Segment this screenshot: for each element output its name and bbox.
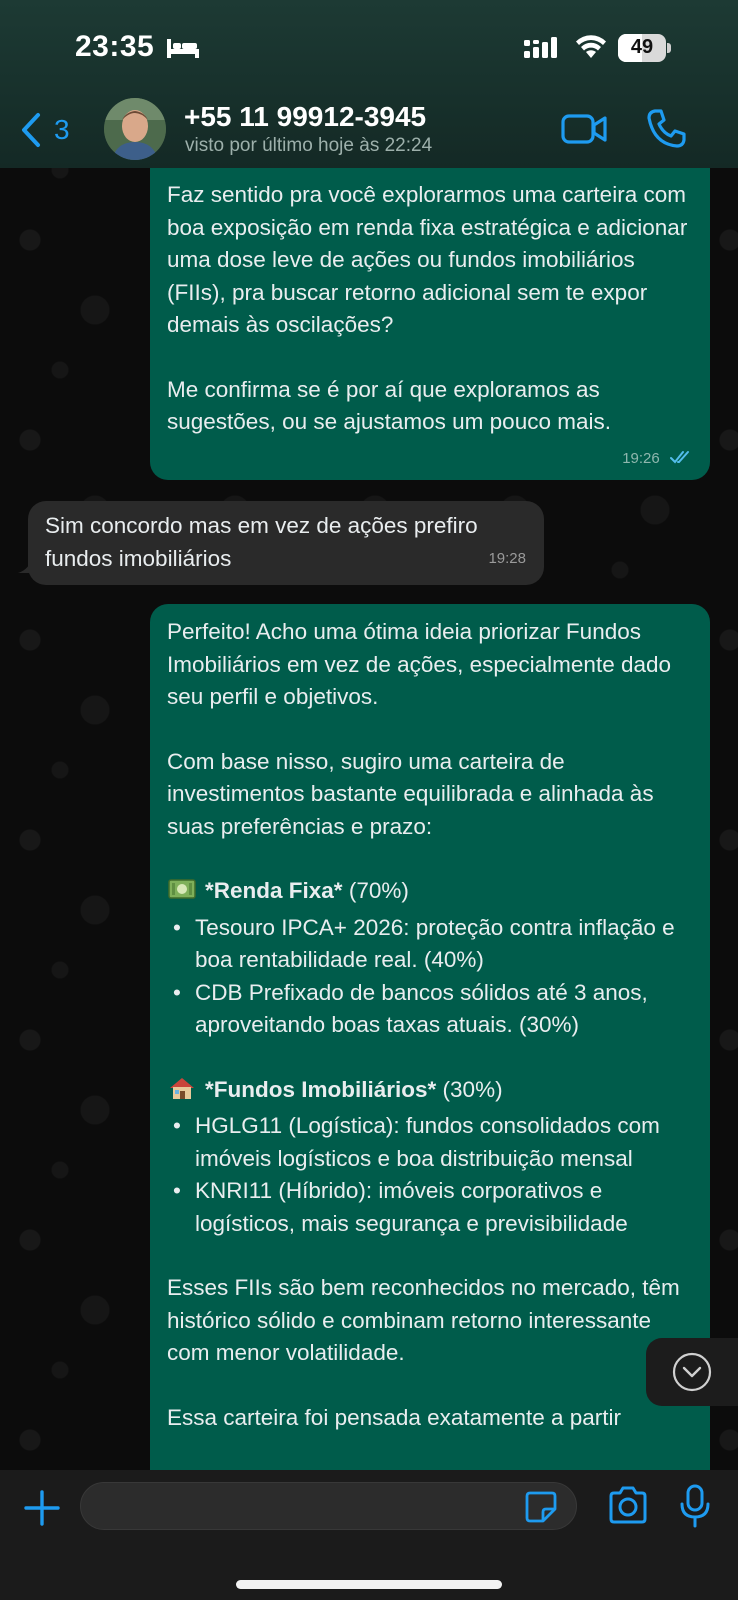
back-button[interactable]: 3 [20, 108, 70, 152]
message-input[interactable] [80, 1482, 577, 1530]
message-time: 19:28 [488, 549, 526, 567]
contact-name[interactable]: +55 11 99912-3945 [184, 101, 426, 133]
section-weight: (30%) [442, 1076, 503, 1102]
message-bubble-outgoing[interactable]: Perfeito! Acho uma ótima ideia priorizar… [150, 604, 710, 1470]
chevron-down-circle-icon [672, 1352, 712, 1392]
message-basis: Com base nisso, sugiro uma carteira de i… [167, 748, 654, 839]
wifi-icon [576, 35, 606, 58]
composer-bar [0, 1470, 738, 1600]
contact-avatar[interactable] [104, 98, 166, 160]
video-call-button[interactable] [561, 112, 607, 146]
last-seen-status: visto por último hoje às 22:24 [185, 135, 433, 156]
cellular-signal-icon [524, 37, 557, 58]
home-indicator [236, 1580, 502, 1589]
voice-call-button[interactable] [646, 108, 686, 148]
double-check-read-icon [670, 450, 689, 464]
message-bubble-outgoing[interactable]: Faz sentido pra você explorarmos uma car… [150, 168, 710, 480]
message-cut-off-text: Essa carteira foi pensada exatamente a p… [167, 1404, 621, 1430]
list-item: KNRI11 (Híbrido): imóveis corporativos e… [167, 1175, 692, 1240]
section-fiis-heading: *Fundos Imobiliários* (30%) [167, 1074, 692, 1107]
incoming-bubble-tail [18, 557, 38, 573]
sticker-button[interactable] [524, 1490, 558, 1524]
chat-header: 23:35 49 3 +55 11 99912-3945 visto por ú… [0, 0, 738, 168]
microphone-button[interactable] [679, 1484, 711, 1528]
list-item: HGLG11 (Logística): fundos consolidados … [167, 1110, 692, 1175]
house-icon [170, 1077, 194, 1099]
avatar-photo [104, 98, 166, 160]
camera-button[interactable] [607, 1486, 649, 1524]
list-item: Tesouro IPCA+ 2026: proteção contra infl… [167, 912, 692, 977]
renda-fixa-list: Tesouro IPCA+ 2026: proteção contra infl… [167, 912, 692, 1042]
battery-percent: 49 [630, 36, 654, 58]
section-title: *Renda Fixa* [205, 878, 343, 903]
scroll-to-bottom-button[interactable] [646, 1338, 738, 1406]
unread-chats-count: 3 [54, 114, 70, 145]
money-bag-icon [168, 879, 196, 899]
sleep-focus-icon [167, 39, 199, 58]
message-paragraph: Faz sentido pra você explorarmos uma car… [167, 182, 688, 337]
message-closing: Esses FIIs são bem reconhecidos no merca… [167, 1275, 680, 1365]
message-time: 19:26 [622, 449, 660, 467]
message-paragraph: Me confirma se é por aí que exploramos a… [167, 376, 611, 435]
status-time: 23:35 [75, 30, 155, 63]
message-text: Sim concordo mas em vez de ações prefiro… [45, 513, 478, 571]
list-item: CDB Prefixado de bancos sólidos até 3 an… [167, 977, 692, 1042]
section-renda-fixa-heading: *Renda Fixa* (70%) [167, 875, 692, 908]
chevron-left-icon [22, 113, 40, 147]
message-list[interactable]: Faz sentido pra você explorarmos uma car… [0, 168, 738, 1470]
section-title: *Fundos Imobiliários* [205, 1076, 437, 1102]
battery-indicator: 49 [618, 34, 671, 62]
section-weight: (70%) [348, 878, 409, 903]
message-bubble-incoming[interactable]: Sim concordo mas em vez de ações prefiro… [28, 501, 544, 585]
message-intro: Perfeito! Acho uma ótima ideia priorizar… [167, 619, 672, 709]
attach-plus-button[interactable] [22, 1488, 62, 1528]
fiis-list: HGLG11 (Logística): fundos consolidados … [167, 1110, 692, 1240]
